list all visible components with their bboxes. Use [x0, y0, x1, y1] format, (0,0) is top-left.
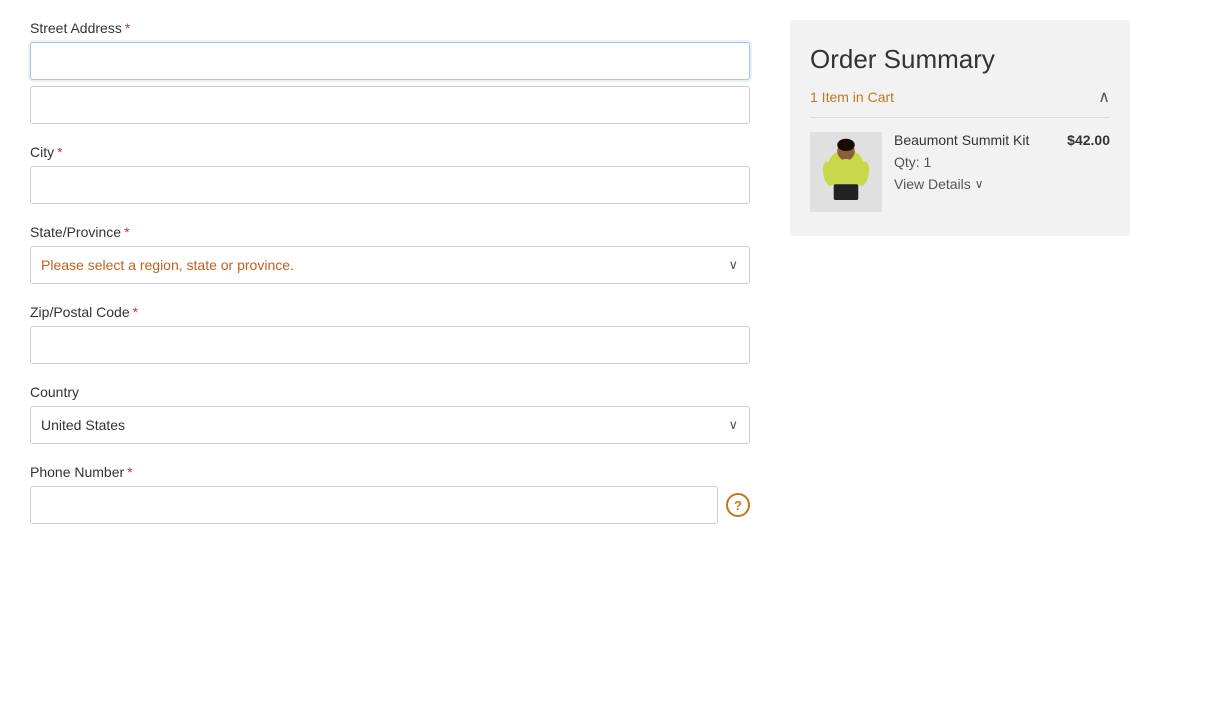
- zip-required: *: [133, 304, 138, 320]
- street-address-label: Street Address*: [30, 20, 750, 36]
- order-summary-header: 1 Item in Cart ∧: [810, 87, 1110, 118]
- phone-label: Phone Number*: [30, 464, 750, 480]
- country-label: Country: [30, 384, 750, 400]
- street-address-label-text: Street Address: [30, 20, 122, 36]
- page-wrapper: Street Address* City* State/Province* Pl…: [0, 0, 1215, 723]
- zip-postal-group: Zip/Postal Code*: [30, 304, 750, 364]
- country-label-text: Country: [30, 384, 79, 400]
- street-address-required: *: [125, 20, 130, 36]
- state-province-label: State/Province*: [30, 224, 750, 240]
- help-icon-label: ?: [734, 498, 742, 513]
- chevron-down-icon: ∨: [975, 177, 984, 191]
- phone-label-text: Phone Number: [30, 464, 124, 480]
- view-details-button[interactable]: View Details ∨: [894, 176, 984, 192]
- product-image-svg: [816, 137, 876, 207]
- country-select[interactable]: United States Canada United Kingdom Aust…: [30, 406, 750, 444]
- phone-help-icon[interactable]: ?: [726, 493, 750, 517]
- city-label: City*: [30, 144, 750, 160]
- item-thumbnail: [810, 132, 882, 212]
- order-summary-title: Order Summary: [810, 44, 1110, 75]
- zip-postal-input[interactable]: [30, 326, 750, 364]
- state-required: *: [124, 224, 129, 240]
- phone-required: *: [127, 464, 132, 480]
- city-required: *: [57, 144, 62, 160]
- state-province-group: State/Province* Please select a region, …: [30, 224, 750, 284]
- zip-postal-label-text: Zip/Postal Code: [30, 304, 130, 320]
- order-summary-panel: Order Summary 1 Item in Cart ∧: [790, 20, 1130, 236]
- street-address-group: Street Address*: [30, 20, 750, 124]
- phone-input[interactable]: [30, 486, 718, 524]
- view-details-label: View Details: [894, 176, 971, 192]
- city-group: City*: [30, 144, 750, 204]
- phone-row: ?: [30, 486, 750, 524]
- city-label-text: City: [30, 144, 54, 160]
- country-select-wrapper: United States Canada United Kingdom Aust…: [30, 406, 750, 444]
- item-name: Beaumont Summit Kit: [894, 132, 1029, 148]
- zip-postal-label: Zip/Postal Code*: [30, 304, 750, 320]
- country-group: Country United States Canada United King…: [30, 384, 750, 444]
- state-select-wrapper: Please select a region, state or provinc…: [30, 246, 750, 284]
- state-province-select[interactable]: Please select a region, state or provinc…: [30, 246, 750, 284]
- city-input[interactable]: [30, 166, 750, 204]
- item-name-price-row: Beaumont Summit Kit $42.00: [894, 132, 1110, 148]
- street-address-line1-input[interactable]: [30, 42, 750, 80]
- item-details: Beaumont Summit Kit $42.00 Qty: 1 View D…: [894, 132, 1110, 192]
- item-price: $42.00: [1067, 132, 1110, 148]
- form-section: Street Address* City* State/Province* Pl…: [30, 20, 750, 703]
- cart-item: Beaumont Summit Kit $42.00 Qty: 1 View D…: [810, 132, 1110, 212]
- state-province-label-text: State/Province: [30, 224, 121, 240]
- items-in-cart: 1 Item in Cart: [810, 89, 894, 105]
- street-address-line2-input[interactable]: [30, 86, 750, 124]
- item-qty: Qty: 1: [894, 154, 1110, 170]
- phone-group: Phone Number* ?: [30, 464, 750, 524]
- collapse-icon[interactable]: ∧: [1098, 87, 1110, 107]
